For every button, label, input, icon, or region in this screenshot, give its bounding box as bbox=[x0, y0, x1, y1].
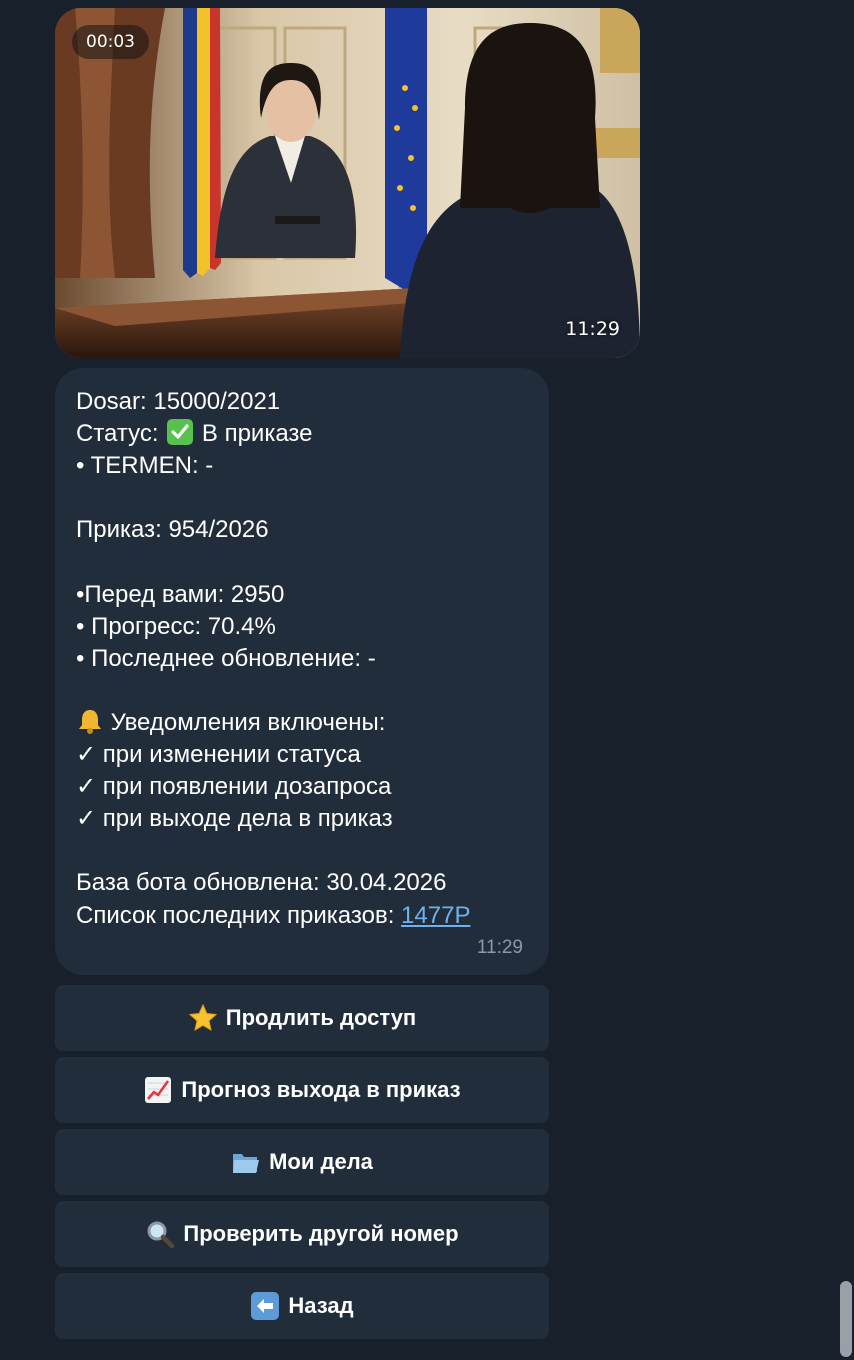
check-another-number-button[interactable]: Проверить другой номер bbox=[55, 1201, 549, 1267]
status-value: В приказе bbox=[201, 420, 313, 448]
back-label: Назад bbox=[288, 1293, 354, 1318]
orders-list-label: Список последних приказов: bbox=[76, 901, 402, 929]
notifications-line: Уведомления включены: bbox=[76, 707, 546, 739]
scrollbar-thumb[interactable] bbox=[840, 1281, 852, 1357]
video-duration-badge: 00:03 bbox=[72, 25, 149, 59]
bell-icon bbox=[79, 709, 101, 734]
video-timestamp: 11:29 bbox=[565, 318, 620, 340]
forecast-button[interactable]: Прогноз выхода в приказ bbox=[55, 1057, 549, 1123]
notifications-label: Уведомления включены: bbox=[110, 708, 386, 736]
extend-access-button[interactable]: Продлить доступ bbox=[55, 985, 549, 1051]
status-label: Статус: bbox=[76, 420, 159, 448]
check-mark-icon bbox=[167, 419, 194, 446]
check-another-number-label: Проверить другой номер bbox=[183, 1221, 459, 1246]
queue-line: •Перед вами: 2950 bbox=[76, 580, 285, 608]
chart-increasing-icon bbox=[143, 1075, 173, 1105]
termen-line: • TERMEN: - bbox=[76, 452, 214, 480]
case-number-line: Dosar: 15000/2021 bbox=[76, 388, 281, 415]
my-cases-label: Мои дела bbox=[269, 1149, 373, 1174]
message-text: Dosar: 15000/2021 Статус: В приказе • TE… bbox=[76, 386, 546, 932]
order-line: Приказ: 954/2026 bbox=[76, 516, 269, 544]
back-button[interactable]: Назад bbox=[55, 1273, 549, 1339]
notify-status-line: ✓ при изменении статуса bbox=[76, 741, 361, 769]
video-thumbnail bbox=[55, 8, 640, 358]
extend-access-label: Продлить доступ bbox=[225, 1005, 417, 1030]
star-icon bbox=[188, 1003, 218, 1033]
message-bubble: Dosar: 15000/2021 Статус: В приказе • TE… bbox=[55, 368, 549, 975]
notify-order-line: ✓ при выходе дела в приказ bbox=[76, 805, 393, 833]
my-cases-button[interactable]: Мои дела bbox=[55, 1129, 549, 1195]
folder-icon bbox=[231, 1147, 261, 1177]
magnifier-icon bbox=[145, 1219, 175, 1249]
bot-db-line: База бота обновлена: 30.04.2026 bbox=[76, 869, 447, 897]
video-message[interactable]: 00:03 11:29 bbox=[55, 8, 640, 358]
notify-request-line: ✓ при появлении дозапроса bbox=[76, 773, 392, 801]
orders-list-link[interactable]: 1477Р bbox=[401, 902, 470, 929]
progress-line: • Прогресс: 70.4% bbox=[76, 612, 276, 640]
forecast-label: Прогноз выхода в приказ bbox=[181, 1077, 461, 1102]
last-update-line: • Последнее обновление: - bbox=[76, 644, 376, 672]
orders-list-line: Список последних приказов: 1477Р bbox=[76, 900, 546, 932]
left-arrow-icon bbox=[250, 1291, 280, 1321]
message-timestamp: 11:29 bbox=[476, 937, 523, 958]
status-line: Статус: В приказе bbox=[76, 418, 546, 450]
